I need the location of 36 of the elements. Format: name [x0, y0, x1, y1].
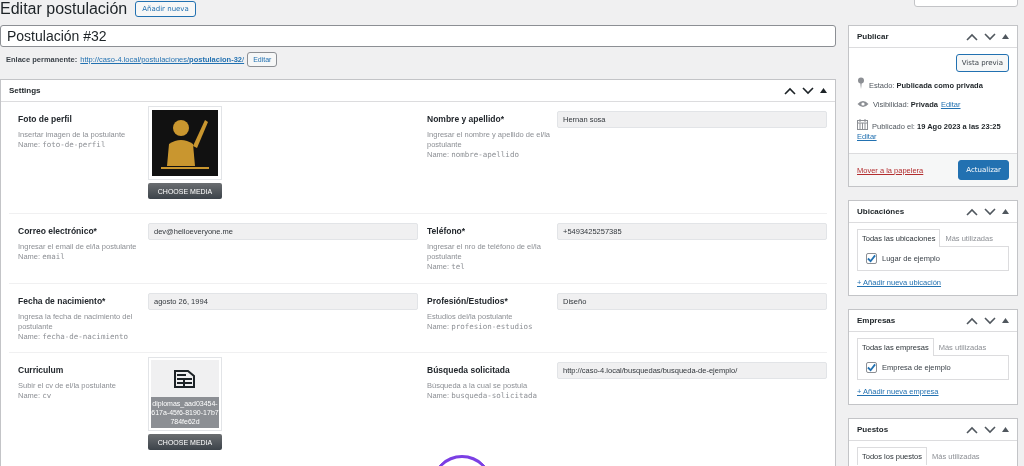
field-label: Curriculum [18, 365, 65, 375]
field-label: Teléfono* [427, 226, 467, 236]
field-label: Foto de perfil [18, 114, 73, 124]
collapse-icon[interactable] [1002, 318, 1009, 323]
calendar-icon [857, 119, 868, 130]
move-down-icon[interactable] [984, 316, 996, 325]
checkbox[interactable] [866, 253, 877, 264]
move-down-icon[interactable] [984, 32, 996, 41]
panel-title: Empresas [857, 316, 896, 325]
panel-title: Publicar [857, 32, 889, 41]
collapse-icon[interactable] [1002, 34, 1009, 39]
move-up-icon[interactable] [966, 32, 978, 41]
field-label: Búsqueda solicitada [427, 365, 511, 375]
move-down-icon[interactable] [984, 425, 996, 434]
panel-title: Ubicaciónes [857, 207, 905, 216]
document-icon [174, 370, 196, 388]
move-up-icon[interactable] [966, 425, 978, 434]
field-label: Correo electrónico* [18, 226, 98, 236]
logo-image [152, 110, 218, 176]
move-up-icon[interactable] [966, 316, 978, 325]
field-label: Profesión/Estudios* [427, 296, 509, 306]
checkbox[interactable] [866, 362, 877, 373]
collapse-icon[interactable] [1002, 209, 1009, 214]
title-field[interactable]: Postulación #32 [0, 25, 836, 47]
move-up-icon[interactable] [966, 207, 978, 216]
collapse-icon[interactable] [1002, 427, 1009, 432]
move-down-icon[interactable] [802, 86, 814, 95]
page-title: Editar postulación [0, 0, 128, 18]
move-up-icon[interactable] [784, 86, 796, 95]
panel-title: Puestos [857, 425, 889, 434]
move-down-icon[interactable] [984, 207, 996, 216]
panel-title: Settings [9, 86, 41, 95]
collapse-icon[interactable] [820, 88, 827, 93]
eye-icon [857, 100, 869, 108]
field-label: Nombre y apellido* [427, 114, 505, 124]
field-label: Fecha de nacimiento* [18, 296, 107, 306]
